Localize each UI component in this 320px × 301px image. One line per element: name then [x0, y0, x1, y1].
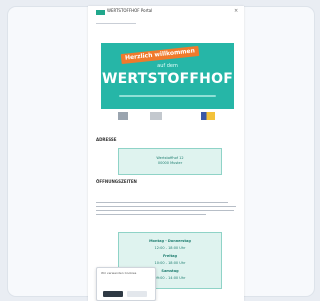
hours-label: Montag - Donnerstag [149, 239, 191, 243]
partner-logo [118, 112, 128, 120]
section-heading-address: ADRESSE [96, 137, 117, 142]
partner-logos [88, 112, 244, 124]
paragraph-line [96, 202, 228, 203]
address-line: 00000 Muster [157, 161, 183, 165]
hero-subtitle: auf dem [157, 63, 178, 69]
partner-logo [150, 112, 162, 120]
hours-label: Freitag [162, 254, 177, 258]
paragraph-line [96, 206, 236, 207]
partner-logo [201, 112, 215, 120]
accept-button[interactable] [103, 291, 123, 297]
site-name: WERTSTOFFHOF Portal [107, 8, 153, 13]
welcome-ribbon: Herzlich willkommen [120, 45, 200, 65]
paragraph-line [96, 210, 234, 211]
close-icon[interactable]: × [234, 8, 238, 14]
welcome-ribbon-text: Herzlich willkommen [124, 47, 196, 62]
site-header: WERTSTOFFHOF Portal × [88, 6, 244, 20]
address-box: Wertstoffhof 12 00000 Muster [118, 148, 222, 175]
hours-time: 12:00 - 18:00 Uhr [154, 246, 186, 250]
hero-banner: Herzlich willkommen auf dem WERTSTOFFHOF [101, 43, 234, 109]
paragraph-line [96, 214, 206, 215]
site-logo[interactable] [96, 10, 105, 15]
website-preview: WERTSTOFFHOF Portal × Herzlich willkomme… [88, 6, 244, 301]
hero-title: WERTSTOFFHOF [102, 71, 233, 87]
header-divider [96, 23, 136, 24]
section-heading-hours: ÖFFNUNGSZEITEN [96, 179, 137, 184]
cookie-consent-text: Wir verwenden Cookies [101, 271, 137, 275]
address-text: Wertstoffhof 12 00000 Muster [119, 156, 221, 166]
hours-time: 10:00 - 18:00 Uhr [154, 261, 186, 265]
hero-note-line [119, 95, 216, 97]
cookie-consent-popup: Wir verwenden Cookies [96, 267, 156, 301]
settings-button[interactable] [127, 291, 147, 297]
